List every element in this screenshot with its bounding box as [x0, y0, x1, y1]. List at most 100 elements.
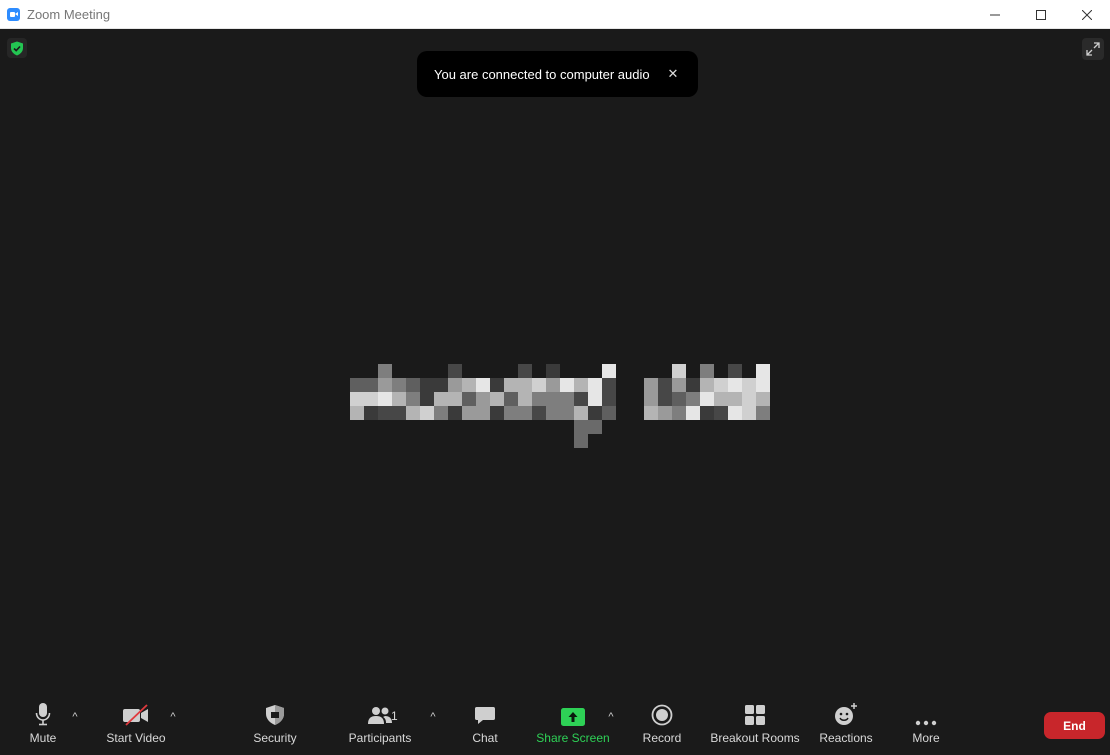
pixel-block [756, 392, 770, 406]
participant-name-pixelated [350, 364, 770, 448]
pixel-block [672, 378, 686, 392]
participants-options-caret[interactable]: ^ [427, 711, 439, 723]
pixel-block [476, 378, 490, 392]
pixel-block [602, 378, 616, 392]
pixel-block [574, 420, 588, 434]
pixel-block [476, 392, 490, 406]
pixel-block [644, 406, 658, 420]
chat-button[interactable]: Chat [466, 697, 504, 755]
pixel-block [560, 406, 574, 420]
close-icon [1082, 9, 1092, 20]
toast-close-button[interactable]: ✕ [666, 65, 680, 83]
mute-label: Mute [29, 731, 57, 745]
pixel-block [714, 406, 728, 420]
maximize-icon [1036, 9, 1046, 20]
pixel-block [448, 406, 462, 420]
pixel-block [378, 392, 392, 406]
window-controls [972, 0, 1110, 29]
pixel-block [490, 392, 504, 406]
pixel-block [560, 392, 574, 406]
pixel-block [546, 406, 560, 420]
mute-button[interactable]: Mute [22, 697, 64, 755]
pixel-block [714, 392, 728, 406]
pixel-block [364, 406, 378, 420]
pixel-block [420, 392, 434, 406]
pixel-block [462, 392, 476, 406]
pixel-block [588, 378, 602, 392]
pixel-block [392, 392, 406, 406]
pixel-block [602, 406, 616, 420]
window-title: Zoom Meeting [27, 6, 111, 22]
expand-icon [1086, 42, 1100, 56]
minimize-icon [990, 14, 1000, 15]
pixel-block [434, 392, 448, 406]
pixel-block [560, 378, 574, 392]
audio-connected-toast: You are connected to computer audio ✕ [417, 51, 698, 97]
pixel-block [672, 364, 686, 378]
share-screen-button[interactable]: Share Screen [535, 697, 611, 755]
pixel-block [406, 392, 420, 406]
pixel-block [742, 378, 756, 392]
record-button[interactable]: Record [640, 697, 684, 755]
security-button[interactable]: Security [249, 697, 301, 755]
pixel-block [420, 406, 434, 420]
encryption-shield-button[interactable] [7, 38, 27, 58]
pixel-block [658, 392, 672, 406]
pixel-block [728, 406, 742, 420]
record-icon [651, 704, 673, 726]
pixel-block [420, 378, 434, 392]
share-options-caret[interactable]: ^ [605, 711, 617, 723]
pixel-block [742, 406, 756, 420]
pixel-block [644, 392, 658, 406]
zoom-meeting-window: Zoom Meeting You are connected to comput… [0, 0, 1110, 755]
chat-label: Chat [472, 731, 498, 745]
more-button[interactable]: More [905, 697, 947, 755]
end-meeting-button[interactable]: End [1044, 712, 1105, 739]
minimize-button[interactable] [972, 0, 1018, 29]
pixel-block [350, 392, 364, 406]
pixel-block [602, 392, 616, 406]
microphone-icon [35, 703, 51, 726]
shield-check-icon [11, 41, 23, 55]
participants-icon [368, 707, 392, 724]
pixel-block [448, 364, 462, 378]
pixel-block [700, 406, 714, 420]
pixel-block [406, 406, 420, 420]
reactions-button[interactable]: Reactions [817, 697, 875, 755]
shield-icon [266, 705, 284, 725]
pixel-block [434, 378, 448, 392]
toast-message: You are connected to computer audio [434, 66, 650, 82]
maximize-button[interactable] [1018, 0, 1064, 29]
pixel-block [392, 406, 406, 420]
pixel-block [588, 420, 602, 434]
title-bar: Zoom Meeting [0, 0, 1110, 29]
audio-options-caret[interactable]: ^ [69, 711, 81, 723]
pixel-block [434, 406, 448, 420]
video-options-caret[interactable]: ^ [167, 711, 179, 723]
pixel-block [476, 406, 490, 420]
pixel-block [588, 392, 602, 406]
start-video-button[interactable]: Start Video [100, 697, 172, 755]
pixel-block [672, 392, 686, 406]
pixel-block [714, 378, 728, 392]
pixel-block [532, 392, 546, 406]
breakout-rooms-button[interactable]: Breakout Rooms [709, 697, 801, 755]
pixel-block [504, 406, 518, 420]
meeting-toolbar: Mute ^ Start Video ^ Security 1 Particip… [0, 697, 1110, 755]
pixel-block [448, 378, 462, 392]
close-window-button[interactable] [1064, 0, 1110, 29]
pixel-block [686, 406, 700, 420]
participants-button[interactable]: 1 Participants [344, 697, 416, 755]
pixel-block [574, 378, 588, 392]
pixel-block [546, 378, 560, 392]
pixel-block [378, 406, 392, 420]
pixel-block [392, 378, 406, 392]
more-icon [915, 720, 937, 726]
pixel-block [756, 406, 770, 420]
pixel-block [658, 406, 672, 420]
security-label: Security [253, 731, 297, 745]
fullscreen-button[interactable] [1082, 38, 1104, 60]
pixel-block [546, 392, 560, 406]
pixel-block [378, 378, 392, 392]
pixel-block [532, 406, 546, 420]
